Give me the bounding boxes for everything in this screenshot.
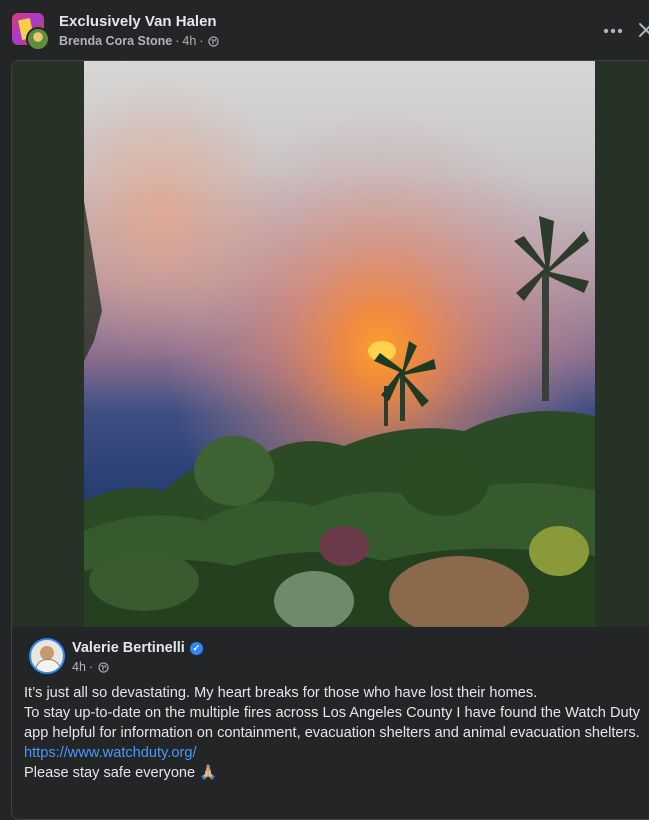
author-avatar[interactable]	[29, 638, 65, 674]
meta-separator: ·	[199, 34, 204, 48]
shared-post-card[interactable]: Valerie Bertinelli ✓ 4h · It’s just all …	[11, 60, 649, 820]
globe-icon	[208, 35, 220, 47]
author-name-row: Valerie Bertinelli ✓	[72, 640, 203, 656]
post-time[interactable]: 4h	[182, 34, 196, 48]
post-text-line: It’s just all so devastating. My heart b…	[24, 685, 538, 701]
meta-separator: ·	[88, 660, 94, 674]
poster-name[interactable]: Brenda Cora Stone	[59, 34, 172, 48]
globe-icon	[98, 661, 109, 673]
meta-separator: ·	[175, 34, 180, 48]
watchduty-link[interactable]: https://www.watchduty.org/	[24, 745, 197, 761]
post-header: Exclusively Van Halen Brenda Cora Stone …	[0, 0, 649, 60]
verified-badge-icon: ✓	[189, 641, 203, 655]
post-text: It’s just all so devastating. My heart b…	[24, 683, 649, 783]
post-text-line: To stay up-to-date on the multiple fires…	[24, 705, 640, 741]
post-text-line: Please stay safe everyone 🙏🏼	[24, 765, 218, 781]
group-name[interactable]: Exclusively Van Halen	[59, 13, 217, 30]
photo-container[interactable]	[12, 61, 649, 627]
poster-avatar	[26, 27, 50, 51]
shared-post-meta: 4h ·	[72, 660, 109, 674]
photo-image	[84, 61, 595, 627]
shared-post-time[interactable]: 4h	[72, 660, 86, 674]
sunset-photo[interactable]	[84, 61, 595, 627]
close-button[interactable]	[634, 16, 649, 44]
close-icon	[639, 23, 649, 37]
more-options-button[interactable]	[598, 18, 628, 44]
author-name[interactable]: Valerie Bertinelli	[72, 640, 185, 656]
post-meta: Brenda Cora Stone · 4h ·	[59, 34, 220, 48]
more-options-icon	[603, 28, 623, 34]
group-avatar[interactable]	[12, 13, 50, 51]
